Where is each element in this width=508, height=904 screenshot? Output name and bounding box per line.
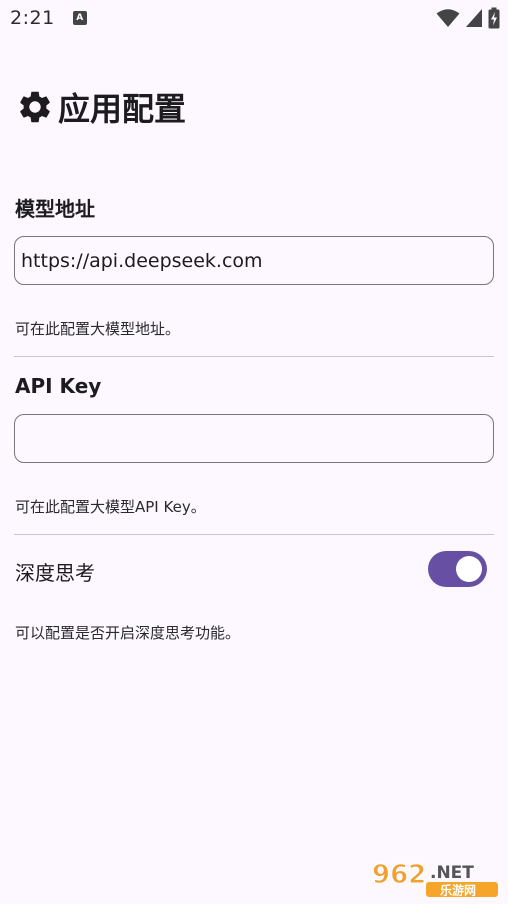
divider bbox=[14, 534, 494, 535]
switch-thumb bbox=[456, 556, 482, 582]
page-header: 应用配置 bbox=[16, 84, 186, 130]
deep-thinking-switch[interactable] bbox=[428, 551, 487, 587]
model-address-helper: 可在此配置大模型地址。 bbox=[15, 320, 181, 338]
svg-text:乐游网: 乐游网 bbox=[440, 883, 476, 898]
deep-thinking-helper: 可以配置是否开启深度思考功能。 bbox=[15, 624, 241, 642]
divider bbox=[14, 356, 494, 357]
api-key-helper: 可在此配置大模型API Key。 bbox=[15, 498, 206, 516]
api-key-label: API Key bbox=[15, 374, 102, 398]
status-time: 2:21 bbox=[10, 7, 55, 29]
status-bar: 2:21 A bbox=[0, 0, 508, 36]
wifi-icon bbox=[436, 9, 460, 27]
watermark-logo: 962 .NET 乐游网 bbox=[368, 856, 502, 900]
gear-icon bbox=[20, 91, 50, 123]
status-icons bbox=[436, 7, 500, 29]
cell-signal-icon bbox=[466, 9, 482, 27]
model-address-input[interactable] bbox=[14, 236, 494, 285]
svg-text:.NET: .NET bbox=[430, 863, 474, 883]
svg-text:962: 962 bbox=[372, 860, 426, 890]
page-title: 应用配置 bbox=[58, 90, 187, 128]
deep-thinking-label: 深度思考 bbox=[15, 561, 95, 585]
notification-icon: A bbox=[72, 11, 87, 25]
battery-charging-icon bbox=[488, 7, 500, 29]
api-key-input[interactable] bbox=[14, 414, 494, 463]
model-address-label: 模型地址 bbox=[15, 197, 95, 221]
